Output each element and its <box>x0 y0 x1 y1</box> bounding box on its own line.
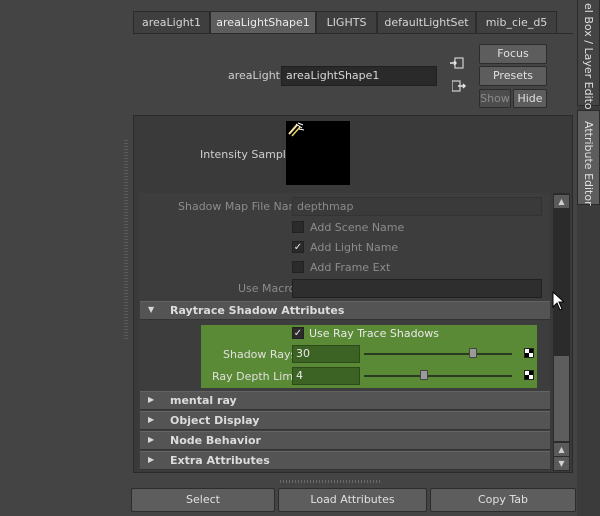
hide-button[interactable]: Hide <box>513 89 547 108</box>
scroll-down-arrow-icon[interactable]: ▼ <box>554 457 569 470</box>
shadow-map-file-name-label: Shadow Map File Name <box>178 200 306 213</box>
tab-mib-cie-d5[interactable]: mib_cie_d5 <box>476 11 557 34</box>
ray-depth-limit-slider-track[interactable] <box>364 375 512 377</box>
copy-tab-button[interactable]: Copy Tab <box>430 488 576 512</box>
use-ray-trace-shadows-label: Use Ray Trace Shadows <box>309 327 440 340</box>
section-title: Extra Attributes <box>170 454 270 467</box>
light-icon <box>288 122 305 137</box>
add-light-name-label: Add Light Name <box>310 241 399 254</box>
attribute-editor-tab-label: Attribute Editor <box>582 121 595 206</box>
raytrace-shadow-section-header[interactable]: ▼ Raytrace Shadow Attributes <box>140 301 550 320</box>
tab-arealight1[interactable]: areaLight1 <box>133 11 210 34</box>
vertical-scrollbar[interactable]: ▲ ▲ ▼ <box>553 193 570 471</box>
object-display-section-header[interactable]: ▶ Object Display <box>140 411 550 430</box>
panel-resize-handle[interactable] <box>124 140 128 340</box>
tab-lights[interactable]: LIGHTS <box>316 11 377 34</box>
use-macro-label: Use Macro <box>238 282 296 295</box>
select-button[interactable]: Select <box>131 488 275 512</box>
tab-attribute-editor[interactable]: Attribute Editor <box>577 110 600 206</box>
section-title: Node Behavior <box>170 434 261 447</box>
add-frame-ext-checkbox[interactable] <box>292 261 304 273</box>
shadow-rays-map-button[interactable] <box>524 348 534 358</box>
node-name-label: areaLight: <box>228 69 284 82</box>
load-attributes-button[interactable]: Load Attributes <box>278 488 427 512</box>
extra-attributes-section-header[interactable]: ▶ Extra Attributes <box>140 451 550 470</box>
intensity-sample-label: Intensity Sample <box>200 148 293 161</box>
scrollbar-thumb[interactable] <box>554 356 569 441</box>
output-connections-icon[interactable] <box>451 80 466 92</box>
shadow-rays-field[interactable]: 30 <box>292 345 360 363</box>
collapse-icon: ▼ <box>148 305 155 314</box>
left-panel <box>0 0 122 516</box>
add-scene-name-checkbox[interactable] <box>292 221 304 233</box>
scroll-down-icon[interactable]: ▲ <box>554 443 569 456</box>
tab-divider <box>133 33 573 34</box>
show-button[interactable]: Show <box>479 89 511 108</box>
channel-box-tab-label: el Box / Layer Editor <box>582 3 595 115</box>
input-connections-icon[interactable] <box>450 57 464 69</box>
expand-icon: ▶ <box>148 455 155 464</box>
intensity-sample-swatch <box>286 121 350 185</box>
ray-depth-limit-map-button[interactable] <box>524 370 534 380</box>
ray-depth-limit-label: Ray Depth Limit <box>212 370 301 383</box>
bottom-resize-handle[interactable] <box>280 480 380 483</box>
ray-depth-limit-slider-handle[interactable] <box>420 370 428 380</box>
shadow-rays-slider-track[interactable] <box>364 353 512 355</box>
section-title: Object Display <box>170 414 260 427</box>
node-behavior-section-header[interactable]: ▶ Node Behavior <box>140 431 550 450</box>
node-name-field[interactable]: areaLightShape1 <box>281 66 437 86</box>
tab-arealightshape1[interactable]: areaLightShape1 <box>210 11 316 34</box>
use-macro-field[interactable] <box>292 279 542 298</box>
expand-icon: ▶ <box>148 435 155 444</box>
section-title: mental ray <box>170 394 237 407</box>
add-frame-ext-label: Add Frame Ext <box>310 261 391 274</box>
add-light-name-checkbox[interactable]: ✓ <box>292 241 304 253</box>
side-tab-strip: el Box / Layer Editor Attribute Editor <box>577 0 600 516</box>
add-scene-name-label: Add Scene Name <box>310 221 405 234</box>
node-tab-bar: areaLight1 areaLightShape1 LIGHTS defaul… <box>133 11 573 34</box>
tab-defaultlightset[interactable]: defaultLightSet <box>377 11 476 34</box>
tab-channel-box-layer-editor[interactable]: el Box / Layer Editor <box>577 0 600 114</box>
shadow-map-file-name-field[interactable]: depthmap <box>292 197 542 216</box>
expand-icon: ▶ <box>148 395 155 404</box>
mental-ray-section-header[interactable]: ▶ mental ray <box>140 391 550 410</box>
shadow-rays-slider-handle[interactable] <box>469 348 477 358</box>
scroll-up-icon[interactable]: ▲ <box>554 195 569 208</box>
raytrace-shadow-section-title: Raytrace Shadow Attributes <box>170 304 345 317</box>
presets-button[interactable]: Presets <box>479 66 547 86</box>
shadow-rays-label: Shadow Rays <box>223 348 297 361</box>
use-ray-trace-shadows-checkbox[interactable]: ✓ <box>292 327 304 339</box>
expand-icon: ▶ <box>148 415 155 424</box>
focus-button[interactable]: Focus <box>479 44 547 64</box>
ray-depth-limit-field[interactable]: 4 <box>292 367 360 385</box>
